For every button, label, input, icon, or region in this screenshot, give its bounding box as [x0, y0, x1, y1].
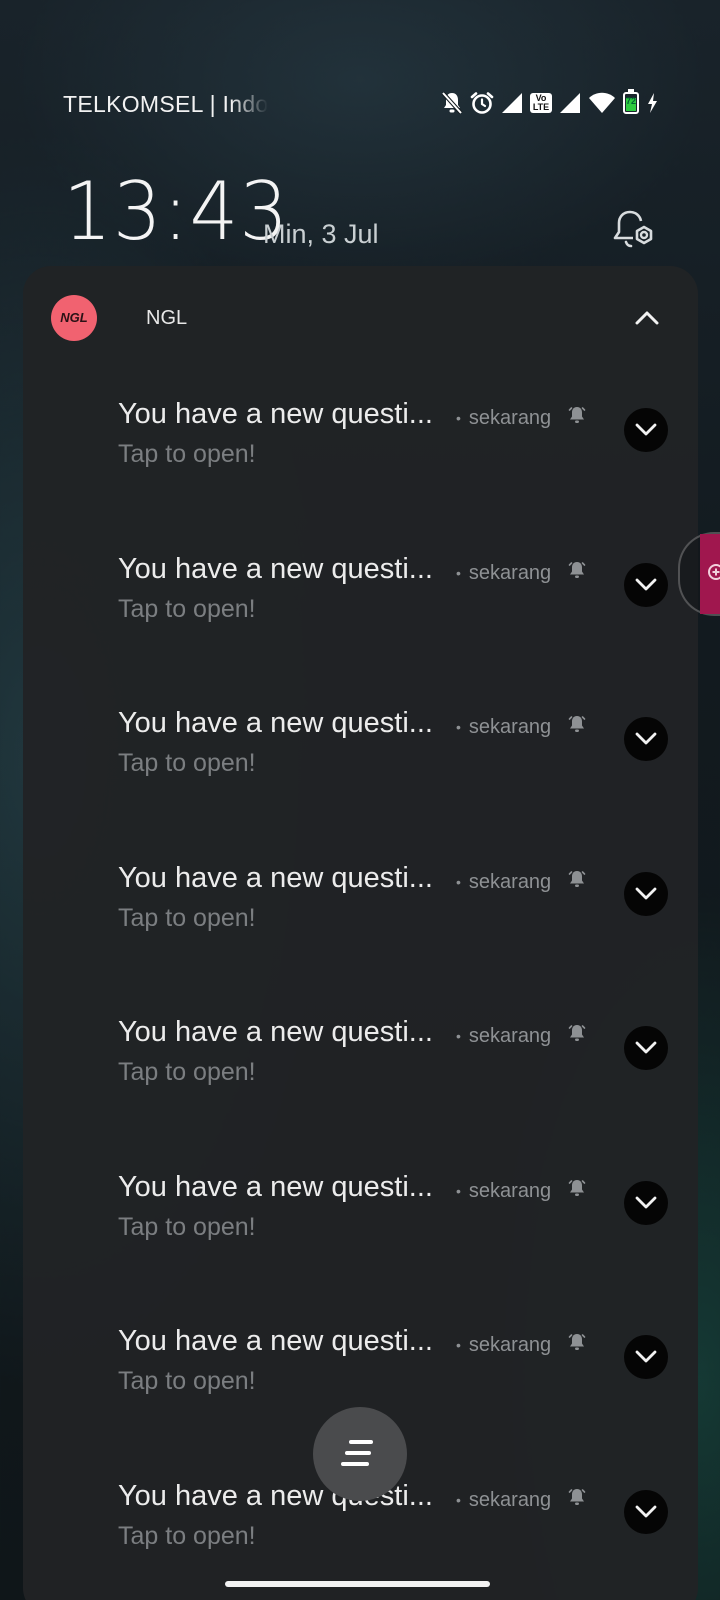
notification-time: sekarang [468, 1333, 552, 1356]
notification-meta: • sekarang [456, 1487, 587, 1513]
notification-title: You have a new questi... [118, 1171, 433, 1203]
notification-time: sekarang [468, 561, 552, 584]
alert-bell-icon [559, 560, 587, 586]
notification-item[interactable]: You have a new questi... • sekarang Tap … [23, 862, 698, 962]
expand-notification-button[interactable] [624, 1335, 668, 1379]
chevron-down-icon [635, 423, 657, 436]
chevron-down-icon [635, 1350, 657, 1363]
meta-separator: • [456, 874, 461, 890]
chevron-down-icon [635, 887, 657, 900]
meta-separator: • [456, 565, 461, 581]
chevron-down-icon [635, 732, 657, 745]
notification-meta: • sekarang [456, 714, 587, 740]
notification-group-header[interactable]: NGL NGL [51, 295, 670, 341]
notification-meta: • sekarang [456, 405, 587, 431]
meta-separator: • [456, 719, 461, 735]
notification-title: You have a new questi... [118, 707, 433, 739]
carrier-name: TELKOMSEL | Indosat [63, 91, 268, 117]
signal-icon [501, 92, 523, 114]
notification-title: You have a new questi... [118, 553, 433, 585]
notification-title: You have a new questi... [118, 1016, 433, 1048]
app-logo: NGL [51, 295, 97, 341]
notification-item[interactable]: You have a new questi... • sekarang Tap … [23, 553, 698, 653]
notification-time: sekarang [468, 1488, 552, 1511]
meta-separator: • [456, 1183, 461, 1199]
alert-bell-icon [559, 1023, 587, 1049]
notification-body: Tap to open! [118, 1213, 256, 1241]
lockscreen-clock: 13:43 [63, 165, 290, 258]
alarm-icon [470, 91, 494, 115]
charging-icon [646, 92, 658, 114]
notification-item[interactable]: You have a new questi... • sekarang Tap … [23, 707, 698, 807]
expand-notification-button[interactable] [624, 1181, 668, 1225]
manage-notifications-button[interactable] [313, 1407, 407, 1501]
alert-bell-icon [559, 405, 587, 431]
notification-body: Tap to open! [118, 595, 256, 623]
menu-lines-icon [349, 1440, 373, 1444]
notification-title: You have a new questi... [118, 1325, 433, 1357]
expand-notification-button[interactable] [624, 717, 668, 761]
notification-body: Tap to open! [118, 749, 256, 777]
chevron-down-icon [635, 1041, 657, 1054]
chevron-down-icon [635, 1505, 657, 1518]
notification-meta: • sekarang [456, 1023, 587, 1049]
expand-notification-button[interactable] [624, 1490, 668, 1534]
expand-notification-button[interactable] [624, 408, 668, 452]
chevron-down-icon [635, 578, 657, 591]
home-indicator[interactable] [225, 1581, 490, 1587]
status-icons: Vo LTE 72 [441, 89, 658, 115]
meta-separator: • [456, 1337, 461, 1353]
alert-bell-icon [559, 1487, 587, 1513]
notifications-off-icon [441, 91, 463, 115]
menu-lines-icon [345, 1451, 371, 1455]
alert-bell-icon [559, 1178, 587, 1204]
notification-settings-icon [609, 210, 657, 258]
notification-body: Tap to open! [118, 1522, 256, 1550]
notification-meta: • sekarang [456, 560, 587, 586]
chevron-down-icon [635, 1196, 657, 1209]
notification-meta: • sekarang [456, 869, 587, 895]
notification-title: You have a new questi... [118, 862, 433, 894]
collapse-group-button[interactable] [624, 295, 670, 341]
alert-bell-icon [559, 869, 587, 895]
notification-item[interactable]: You have a new questi... • sekarang Tap … [23, 1016, 698, 1116]
notification-body: Tap to open! [118, 1058, 256, 1086]
volte-icon: Vo LTE [530, 93, 552, 113]
status-bar: TELKOMSEL | Indosat Vo LTE [63, 88, 658, 122]
notification-body: Tap to open! [118, 1367, 256, 1395]
notification-item[interactable]: You have a new questi... • sekarang Tap … [23, 1171, 698, 1271]
notification-meta: • sekarang [456, 1178, 587, 1204]
meta-separator: • [456, 410, 461, 426]
alert-bell-icon [559, 1332, 587, 1358]
notification-body: Tap to open! [118, 904, 256, 932]
volte-label-bottom: LTE [532, 102, 550, 112]
expand-notification-button[interactable] [624, 563, 668, 607]
meta-separator: • [456, 1028, 461, 1044]
add-circle-icon [708, 564, 720, 580]
notification-body: Tap to open! [118, 440, 256, 468]
wifi-icon [588, 92, 616, 114]
side-panel-tab [700, 534, 720, 614]
battery-icon: 72 [623, 89, 639, 114]
meta-separator: • [456, 1492, 461, 1508]
notification-group-card[interactable]: NGL NGL You have a new questi... • sekar… [23, 266, 698, 1600]
notification-time: sekarang [468, 1024, 552, 1047]
battery-level: 72 [625, 96, 636, 106]
notification-time: sekarang [468, 406, 552, 429]
lockscreen-date: Min, 3 Jul [263, 219, 379, 249]
expand-notification-button[interactable] [624, 872, 668, 916]
menu-lines-icon [341, 1462, 369, 1466]
app-name: NGL [146, 307, 188, 329]
alert-bell-icon [559, 714, 587, 740]
notification-settings-button[interactable] [609, 206, 657, 254]
notification-meta: • sekarang [456, 1332, 587, 1358]
expand-notification-button[interactable] [624, 1026, 668, 1070]
chevron-up-icon [624, 311, 670, 345]
notification-time: sekarang [468, 870, 552, 893]
notification-title: You have a new questi... [118, 398, 433, 430]
signal-icon [559, 92, 581, 114]
notification-item[interactable]: You have a new questi... • sekarang Tap … [23, 398, 698, 498]
notification-time: sekarang [468, 715, 552, 738]
notification-time: sekarang [468, 1179, 552, 1202]
